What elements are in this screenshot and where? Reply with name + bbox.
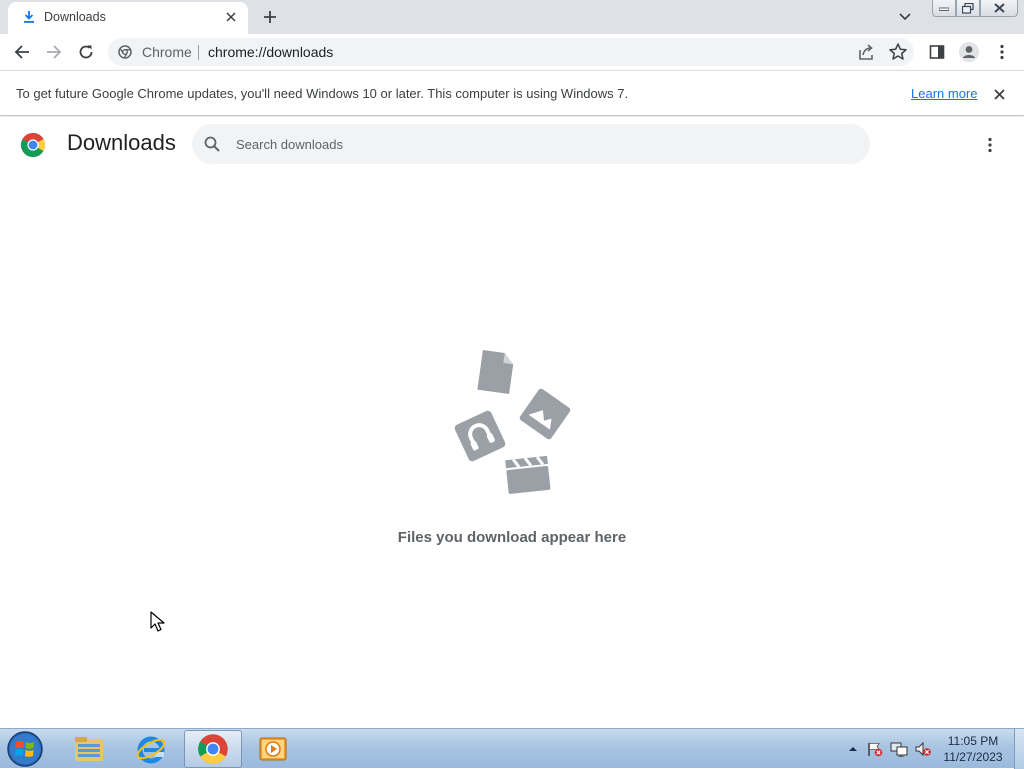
bookmark-star-icon[interactable] [888, 42, 908, 62]
clock-date: 11/27/2023 [943, 750, 1003, 764]
url-text[interactable]: chrome://downloads [208, 44, 333, 60]
document-icon [477, 349, 514, 395]
infobar-message: To get future Google Chrome updates, you… [16, 86, 629, 101]
side-panel-button[interactable] [923, 38, 951, 66]
plus-icon [264, 11, 276, 23]
close-icon [226, 12, 236, 22]
network-icon[interactable] [890, 741, 908, 757]
forward-button[interactable] [40, 38, 68, 66]
avatar-icon [959, 42, 979, 62]
taskbar-chrome[interactable] [184, 730, 242, 768]
site-label: Chrome [142, 44, 192, 60]
taskbar-explorer[interactable] [60, 730, 118, 768]
downloads-header: Downloads [0, 117, 1024, 173]
address-bar[interactable]: Chrome chrome://downloads [108, 38, 914, 66]
window-close-button[interactable] [980, 0, 1018, 17]
search-input[interactable] [236, 132, 836, 156]
action-center-flag-icon[interactable] [866, 741, 884, 757]
browser-menu-button[interactable] [988, 38, 1016, 66]
taskbar-media-player[interactable] [244, 730, 302, 768]
update-infobar: To get future Google Chrome updates, you… [0, 70, 1024, 116]
arrow-left-icon [14, 45, 29, 59]
reload-icon [79, 45, 93, 59]
minimize-icon [939, 7, 949, 11]
close-icon [993, 3, 1005, 13]
empty-state-message: Files you download appear here [397, 529, 627, 546]
tab-close-button[interactable] [222, 8, 240, 26]
learn-more-link[interactable]: Learn more [911, 86, 977, 101]
profile-button[interactable] [955, 38, 983, 66]
search-box[interactable] [192, 124, 870, 164]
windows-start-button[interactable] [5, 730, 45, 768]
search-icon [204, 136, 220, 152]
downloads-menu-button[interactable] [978, 133, 1002, 157]
minimize-button[interactable] [932, 0, 956, 17]
internet-explorer-icon [136, 736, 166, 764]
folder-icon [75, 737, 103, 761]
taskbar-clock[interactable]: 11:05 PM 11/27/2023 [936, 733, 1010, 765]
download-icon [24, 11, 34, 23]
chevron-down-icon [899, 13, 911, 21]
more-vertical-icon [988, 137, 992, 153]
tab-downloads[interactable]: Downloads [8, 2, 248, 34]
windows-taskbar: 11:05 PM 11/27/2023 [0, 728, 1024, 769]
back-button[interactable] [8, 38, 36, 66]
mouse-cursor-icon [150, 611, 165, 632]
media-player-icon [259, 737, 287, 761]
image-icon [519, 388, 571, 440]
infobar-close-button[interactable] [990, 85, 1008, 103]
show-hidden-icons-icon[interactable] [844, 741, 862, 757]
clock-time: 11:05 PM [947, 734, 999, 748]
close-icon [993, 88, 1005, 100]
browser-toolbar: Chrome chrome://downloads [0, 34, 1024, 70]
page-title: Downloads [67, 130, 176, 155]
more-vertical-icon [1000, 44, 1004, 60]
tab-strip: Downloads [0, 0, 1024, 34]
tab-search-button[interactable] [893, 6, 917, 28]
window-controls [932, 0, 1018, 18]
tab-title: Downloads [44, 10, 106, 24]
audio-file-icon [454, 410, 506, 462]
chrome-icon [198, 734, 228, 764]
restore-button[interactable] [956, 0, 980, 17]
chrome-site-icon [118, 45, 132, 59]
volume-muted-icon[interactable] [914, 741, 932, 757]
reload-button[interactable] [72, 38, 100, 66]
empty-downloads-illustration [454, 349, 571, 494]
taskbar-internet-explorer[interactable] [122, 730, 180, 768]
share-icon[interactable] [856, 43, 876, 61]
arrow-right-icon [47, 45, 62, 59]
omnibox-divider [198, 45, 199, 60]
new-tab-button[interactable] [258, 5, 282, 29]
chrome-logo-icon [20, 133, 46, 158]
show-desktop-button[interactable] [1014, 729, 1024, 769]
video-file-icon [505, 455, 551, 494]
restore-icon [962, 2, 974, 14]
side-panel-icon [929, 45, 945, 59]
